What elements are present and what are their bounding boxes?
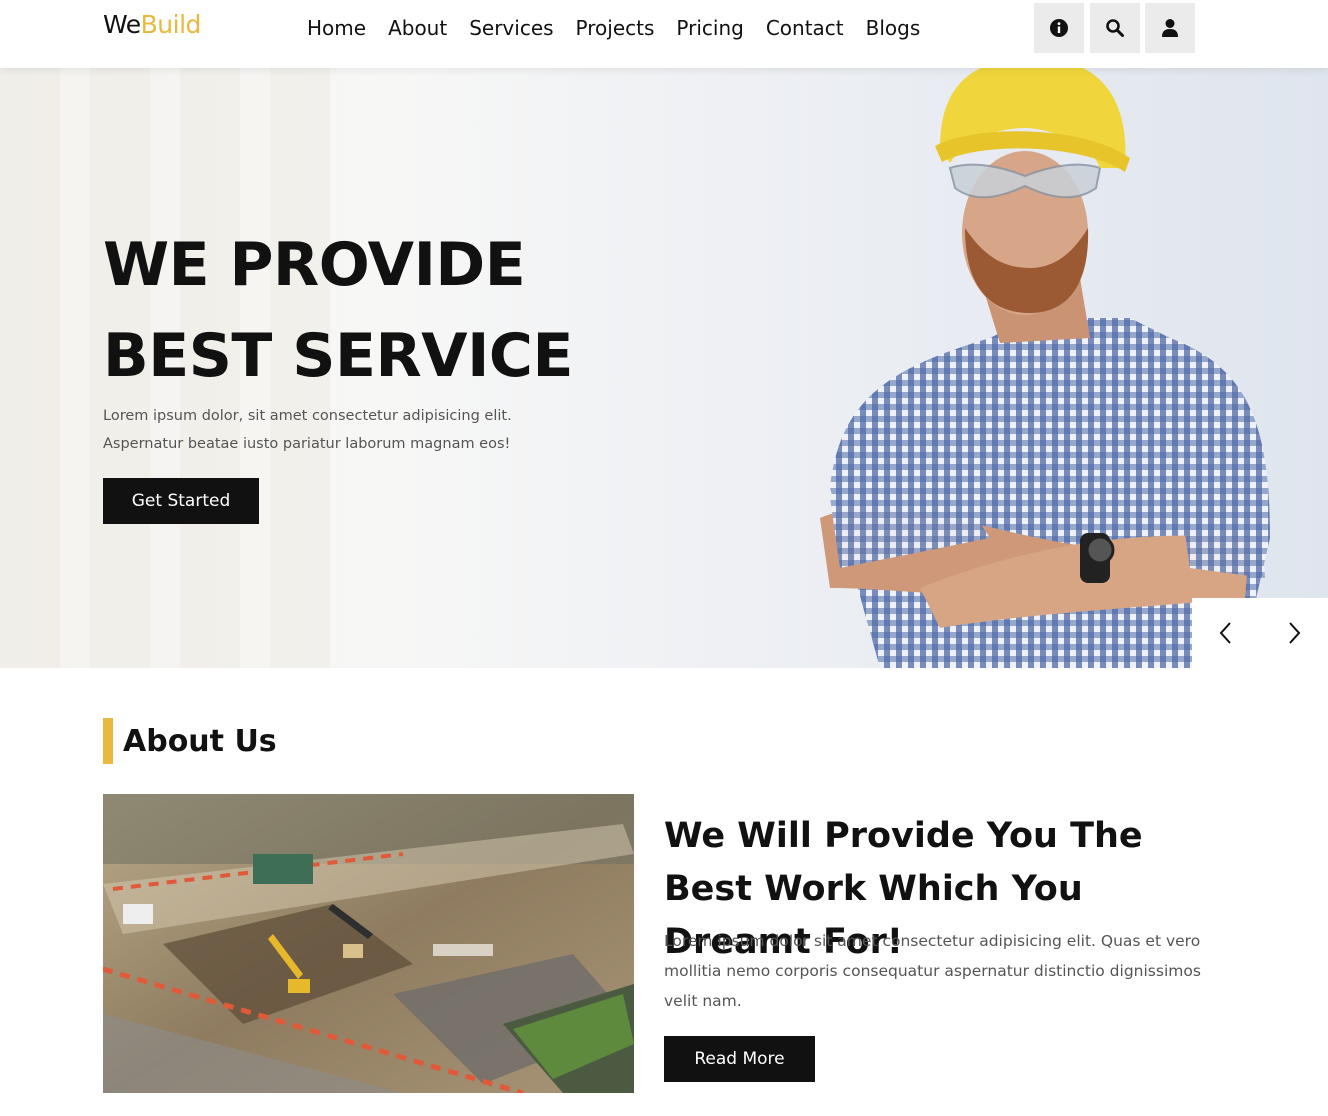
about-description: Lorem ipsum dolor sit amet consectetur a… xyxy=(664,932,1201,1010)
get-started-button[interactable]: Get Started xyxy=(103,478,259,524)
user-button[interactable] xyxy=(1145,3,1195,53)
hero-title: WE PROVIDE BEST SERVICE xyxy=(103,220,573,402)
logo-we: We xyxy=(103,10,141,39)
hero-worker-image xyxy=(820,68,1270,668)
read-more-button[interactable]: Read More xyxy=(664,1036,815,1082)
about-title: About Us xyxy=(123,723,277,759)
nav-services[interactable]: Services xyxy=(469,14,553,42)
search-button[interactable] xyxy=(1090,3,1140,53)
hero-title-line2: BEST SERVICE xyxy=(103,321,573,391)
main-nav: Home About Services Projects Pricing Con… xyxy=(307,14,942,42)
chevron-left-icon[interactable] xyxy=(1217,621,1235,645)
nav-home[interactable]: Home xyxy=(307,14,366,42)
hero-title-line1: WE PROVIDE xyxy=(103,230,526,300)
construction-site-image xyxy=(103,794,634,1093)
accent-bar xyxy=(103,718,113,764)
logo[interactable]: WeBuild xyxy=(103,10,201,39)
nav-blogs[interactable]: Blogs xyxy=(866,14,921,42)
nav-projects[interactable]: Projects xyxy=(576,14,655,42)
nav-contact[interactable]: Contact xyxy=(766,14,844,42)
hero-section: WE PROVIDE BEST SERVICE Lorem ipsum dolo… xyxy=(0,68,1328,668)
nav-about[interactable]: About xyxy=(388,14,447,42)
site-header: WeBuild Home About Services Projects Pri… xyxy=(0,0,1328,68)
logo-build: Build xyxy=(140,10,202,39)
chevron-right-icon[interactable] xyxy=(1285,621,1303,645)
search-icon xyxy=(1106,19,1124,37)
hero-description: Lorem ipsum dolor, sit amet consectetur … xyxy=(103,408,512,452)
info-icon xyxy=(1050,19,1068,37)
user-icon xyxy=(1162,19,1178,37)
about-section-heading: About Us xyxy=(103,718,277,764)
slider-controls xyxy=(1192,598,1328,668)
info-button[interactable] xyxy=(1034,3,1084,53)
nav-pricing[interactable]: Pricing xyxy=(676,14,743,42)
